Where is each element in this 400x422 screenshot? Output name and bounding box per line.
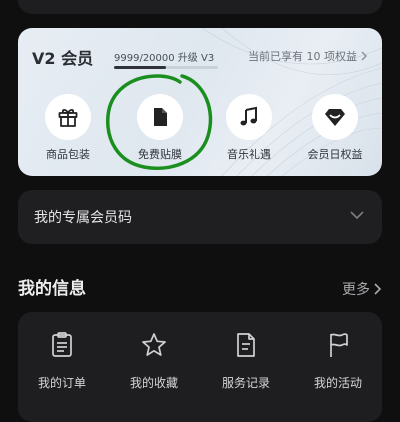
chevron-right-icon xyxy=(374,283,382,295)
my-info-title: 我的信息 xyxy=(18,279,86,299)
previous-card xyxy=(18,0,382,14)
gift-icon xyxy=(58,108,78,127)
service-records-item[interactable]: 服务记录 xyxy=(206,330,286,391)
my-orders-item[interactable]: 我的订单 xyxy=(22,330,102,391)
document-icon xyxy=(154,108,167,126)
star-icon xyxy=(142,333,166,356)
my-activities-label: 我的活动 xyxy=(313,376,362,390)
upgrade-progress-fill xyxy=(114,66,166,69)
more-label: 更多 xyxy=(342,282,370,298)
member-code-label: 我的专属会员码 xyxy=(34,210,132,226)
chevron-right-icon xyxy=(361,51,367,61)
benefit-count-link[interactable]: 当前已享有 10 项权益 xyxy=(248,48,368,64)
benefit-member-day[interactable]: 会员日权益 xyxy=(300,94,370,162)
my-orders-label: 我的订单 xyxy=(37,376,86,390)
my-favorites-label: 我的收藏 xyxy=(129,376,178,390)
service-records-label: 服务记录 xyxy=(221,376,270,390)
my-info-card: 我的订单 我的收藏 服务记录 我的活动 xyxy=(18,312,382,422)
benefit-count-text: 当前已享有 10 项权益 xyxy=(248,50,357,63)
upgrade-progress-text: 9999/20000 升级 V3 xyxy=(114,53,215,64)
more-link[interactable]: 更多 xyxy=(342,279,382,299)
benefit-label: 免费贴膜 xyxy=(138,148,182,161)
benefit-music[interactable]: 音乐礼遇 xyxy=(214,94,284,162)
upgrade-progress-bar xyxy=(114,66,218,69)
music-note-icon xyxy=(240,106,257,126)
benefit-label: 音乐礼遇 xyxy=(227,148,271,161)
member-code-row[interactable]: 我的专属会员码 xyxy=(18,190,382,244)
order-list-icon xyxy=(52,332,72,357)
service-record-icon xyxy=(237,333,255,357)
benefit-label: 会员日权益 xyxy=(307,148,363,161)
benefit-label: 商品包装 xyxy=(46,148,90,161)
member-level-title: V2 会员 xyxy=(32,49,94,68)
diamond-icon xyxy=(325,109,345,126)
benefit-free-film[interactable]: 免费贴膜 xyxy=(125,94,195,162)
chevron-down-icon[interactable] xyxy=(350,211,364,220)
my-activities-item[interactable]: 我的活动 xyxy=(298,330,378,391)
member-card[interactable]: V2 会员 9999/20000 升级 V3 当前已享有 10 项权益 商品包装 xyxy=(18,28,382,176)
flag-icon xyxy=(330,333,348,357)
benefit-packaging[interactable]: 商品包装 xyxy=(33,94,103,162)
my-favorites-item[interactable]: 我的收藏 xyxy=(114,330,194,391)
